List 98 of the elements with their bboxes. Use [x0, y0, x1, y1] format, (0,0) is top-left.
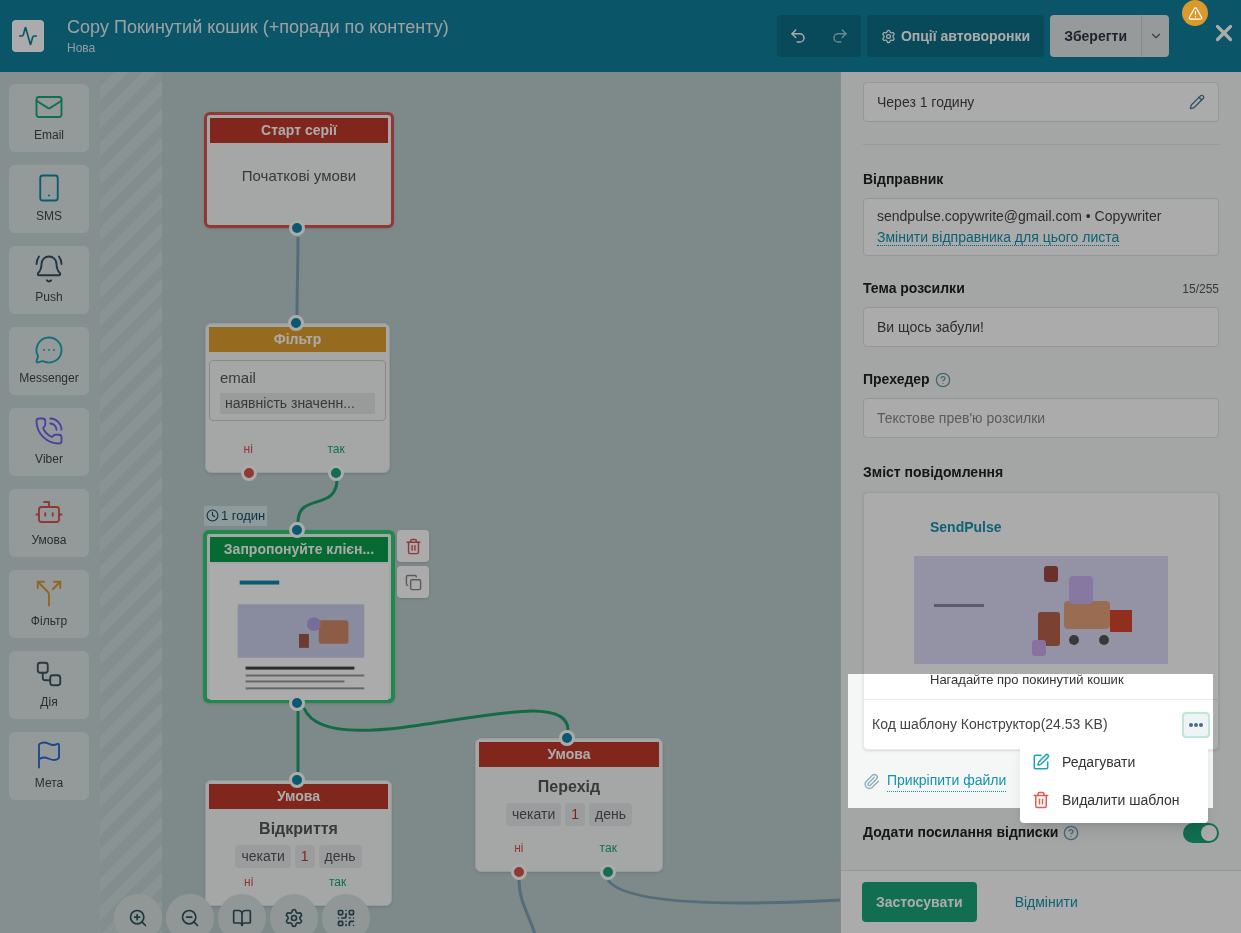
- subject-field[interactable]: Ви щось забули!: [863, 307, 1219, 347]
- wait-chip: чекати: [506, 803, 562, 826]
- tool-item[interactable]: SMS: [9, 165, 89, 233]
- field-label: Тема розсилки: [863, 279, 965, 298]
- paperclip-icon: [863, 772, 880, 790]
- node-body: Перехід: [536, 777, 602, 797]
- filter-tool-icon: [34, 578, 64, 608]
- field-label: Зміст повідомлення: [863, 464, 1004, 480]
- yes-label: так: [328, 874, 347, 891]
- tool-item[interactable]: Дія: [9, 651, 89, 719]
- trash-icon: [404, 537, 422, 555]
- node-title: Умова: [209, 784, 388, 809]
- delay-text: 1 годин: [221, 507, 266, 525]
- connection-port[interactable]: [511, 864, 528, 880]
- messenger-tool-icon: [34, 335, 64, 365]
- action-tool-icon: [34, 659, 64, 689]
- sender-text: sendpulse.copywrite@gmail.com • Copywriter: [877, 207, 1163, 226]
- flow-node[interactable]: Умова Перехід чекати 1 день ні так: [475, 738, 663, 872]
- node-body: Початкові умови: [240, 166, 358, 186]
- wait-chip: 1: [565, 803, 585, 826]
- connection-port[interactable]: [289, 522, 305, 538]
- apply-button[interactable]: Застосувати: [862, 882, 977, 922]
- field-label: Прехедер: [863, 370, 930, 389]
- pencil-icon: [1189, 94, 1205, 110]
- more-icon: [1189, 722, 1203, 727]
- timing-field[interactable]: Через 1 годину: [863, 82, 1219, 122]
- push-tool-icon: [34, 254, 64, 284]
- connection-port[interactable]: [289, 695, 305, 711]
- tool-item[interactable]: Viber: [9, 408, 89, 476]
- window-title: Copy Покинутий кошик (+поради по контенту): [67, 16, 449, 39]
- tool-item[interactable]: Push: [9, 246, 89, 314]
- menu-item[interactable]: Видалити шаблон: [1020, 781, 1208, 819]
- copy-icon: [404, 573, 422, 591]
- node-body: Відкриття: [258, 819, 339, 839]
- unsubscribe-toggle[interactable]: [1183, 822, 1219, 843]
- flow-node[interactable]: Фільтр email наявність значенн... ні так: [205, 323, 390, 473]
- tool-item[interactable]: Мета: [9, 732, 89, 800]
- no-label: ні: [244, 874, 254, 891]
- menu-item[interactable]: Редагувати: [1020, 743, 1208, 781]
- qr-code-icon: [336, 908, 356, 928]
- logo-icon[interactable]: [12, 20, 44, 52]
- connection-port[interactable]: [289, 220, 305, 236]
- wait-chip: день: [589, 803, 632, 826]
- node-title: Фільтр: [209, 327, 386, 352]
- attach-files-link[interactable]: Прикріпити файли: [887, 770, 1007, 792]
- no-label: ні: [243, 441, 253, 458]
- duplicate-button[interactable]: [397, 566, 429, 598]
- flow-node[interactable]: Умова Відкриття чекати 1 день ні так: [205, 780, 392, 906]
- template-name: Код шаблону Конструктор(24.53 KB): [872, 715, 1108, 734]
- redo-icon: [830, 27, 849, 45]
- character-counter: 15/255: [1182, 280, 1219, 298]
- tool-item[interactable]: Фільтр: [9, 570, 89, 638]
- status-text: Нова: [67, 40, 97, 57]
- options-button[interactable]: Опції автоворонки: [866, 15, 1045, 57]
- zoom-out-button[interactable]: [166, 894, 214, 933]
- flow-node[interactable]: Запропонуйте клієн...: [203, 530, 395, 703]
- node-title: Старт серії: [210, 118, 388, 143]
- no-label: ні: [514, 840, 524, 857]
- settings-icon: [880, 28, 896, 44]
- connection-port[interactable]: [288, 772, 305, 788]
- node-title: Умова: [479, 742, 659, 767]
- edit-icon: [1032, 753, 1050, 771]
- zoom-out-icon: [180, 908, 200, 928]
- viber-tool-icon: [34, 416, 64, 446]
- clock-icon: [206, 509, 219, 523]
- help-icon[interactable]: [1063, 824, 1080, 841]
- field-label: Відправник: [863, 170, 945, 189]
- zoom-in-icon: [128, 908, 148, 928]
- tool-item[interactable]: Email: [9, 84, 89, 152]
- book-icon: [232, 908, 252, 928]
- wait-chip: чекати: [235, 845, 291, 868]
- wait-chip: день: [318, 845, 362, 868]
- change-sender-link[interactable]: Змінити відправника для цього листа: [877, 229, 1120, 246]
- preheader-field[interactable]: Текстове прев'ю розсилки: [863, 398, 1219, 438]
- wait-chip: 1: [294, 845, 315, 868]
- yes-label: так: [327, 441, 345, 458]
- help-icon[interactable]: [934, 371, 951, 388]
- flow-node[interactable]: Старт серії Початкові умови: [204, 112, 394, 228]
- warning-icon[interactable]: [1182, 0, 1208, 26]
- connector-line: [296, 711, 300, 772]
- connection-port[interactable]: [287, 315, 304, 331]
- filter-condition: наявність значенн...: [220, 392, 375, 414]
- gear-icon: [284, 908, 304, 928]
- yes-label: так: [599, 840, 617, 857]
- brand-logo: SendPulse: [930, 518, 1003, 537]
- trash-icon: [1032, 791, 1050, 809]
- preview-caption: Нагадайте про покинутий кошик: [930, 671, 1125, 689]
- connector-line: [296, 478, 339, 523]
- tool-item[interactable]: Умова: [9, 489, 89, 557]
- cancel-button[interactable]: Відмінити: [1014, 891, 1078, 913]
- tool-item[interactable]: Messenger: [9, 327, 89, 395]
- node-title: Запропонуйте клієн...: [210, 537, 388, 562]
- more-button[interactable]: [1182, 711, 1210, 738]
- field-label: Додати посилання відписки: [863, 823, 1059, 842]
- delete-button[interactable]: [397, 530, 429, 562]
- connection-port[interactable]: [559, 730, 575, 746]
- undo-icon: [788, 27, 807, 45]
- filter-field: email: [220, 367, 375, 390]
